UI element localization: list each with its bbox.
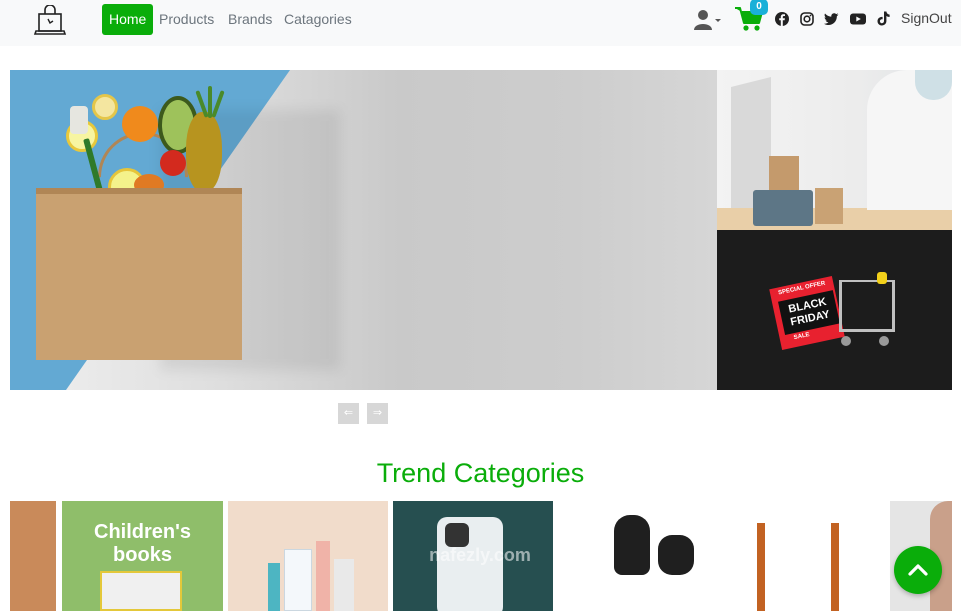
cart-wheel [879, 336, 889, 346]
product-bottle [316, 541, 330, 611]
book-cover [100, 571, 182, 611]
paper-bag [36, 194, 242, 360]
credit-card [753, 190, 813, 226]
trend-categories-title: Trend Categories [376, 458, 585, 488]
nav-catagories-link[interactable]: Catagories [277, 4, 359, 35]
shopping-bag-logo-icon[interactable] [32, 5, 68, 37]
side-banner-laptop-payment [717, 70, 952, 230]
product-bottle [334, 559, 354, 611]
product-bottle [284, 549, 312, 611]
instagram-icon[interactable] [800, 12, 814, 26]
scroll-to-top-button[interactable] [894, 546, 942, 594]
nav-brands-link[interactable]: Brands [221, 4, 279, 35]
black-friday-tag: SPECIAL OFFER BLACK FRIDAY SALE [769, 276, 845, 350]
camera-module [445, 523, 469, 547]
nav-home-link[interactable]: Home [102, 4, 154, 35]
youtube-icon[interactable] [850, 12, 866, 26]
guitar-neck [757, 523, 765, 611]
pineapple [186, 112, 222, 192]
twitter-icon[interactable] [824, 12, 839, 26]
black-friday-text: BLACK FRIDAY [778, 290, 840, 336]
earbud [614, 515, 650, 575]
category-tile-beauty[interactable] [228, 501, 388, 611]
side-banner-black-friday: SPECIAL OFFER BLACK FRIDAY SALE [717, 230, 952, 390]
cardboard-box [815, 188, 843, 224]
category-tile-childrens-books[interactable]: Children's books [62, 501, 223, 611]
category-tile-earbuds[interactable] [556, 501, 723, 611]
tomato [160, 150, 186, 176]
milk-bottle [70, 106, 88, 134]
sale-text: SALE [793, 331, 811, 342]
slider-next-button[interactable]: ⇒ [367, 403, 388, 424]
category-tile[interactable] [10, 501, 56, 611]
shopping-cart-illustration [839, 280, 895, 332]
user-dropdown-icon[interactable] [694, 9, 722, 31]
cart-handle [877, 272, 887, 284]
product-bottle [268, 563, 280, 611]
facebook-icon[interactable] [775, 12, 789, 26]
category-tile-music[interactable] [723, 501, 890, 611]
chevron-up-icon [908, 564, 928, 576]
hero-slide-image [10, 70, 717, 390]
earbud [658, 535, 694, 575]
nav-products-link[interactable]: Products [152, 4, 221, 35]
category-label: Children's books [94, 521, 191, 566]
watermark-text: nafezly.com [429, 545, 531, 565]
signout-link[interactable]: SignOut [901, 10, 952, 26]
orange-fruit [122, 106, 158, 142]
slider-prev-button[interactable]: ⇐ [338, 403, 359, 424]
navbar: Home Products Brands Catagories 0 SignOu… [0, 0, 961, 46]
cart-count-badge: 0 [750, 0, 768, 15]
lemon-slice [92, 94, 118, 120]
guitar-neck [831, 523, 839, 611]
tiktok-icon[interactable] [877, 11, 890, 26]
cart-wheel [841, 336, 851, 346]
